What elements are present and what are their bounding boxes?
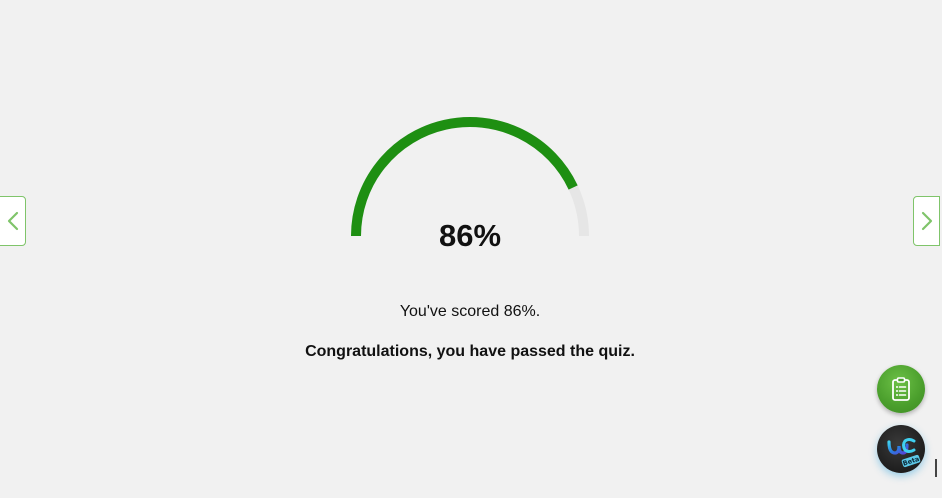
- page-edge: [942, 0, 949, 498]
- clipboard-list-icon: [892, 377, 910, 401]
- next-button[interactable]: [913, 196, 940, 246]
- assistant-logo-icon: Beta: [887, 438, 921, 468]
- text-cursor: [935, 459, 937, 477]
- beta-badge: Beta: [902, 455, 921, 468]
- clipboard-button[interactable]: [877, 365, 925, 413]
- score-percentage: 86%: [438, 218, 502, 253]
- previous-button[interactable]: [0, 196, 26, 246]
- chevron-right-icon: [921, 211, 932, 231]
- pass-message: Congratulations, you have passed the qui…: [305, 343, 635, 360]
- chevron-left-icon: [7, 211, 18, 231]
- quiz-results-page: 86% You've scored 86%. Congratulations, …: [0, 0, 949, 498]
- assistant-button[interactable]: Beta: [877, 425, 925, 473]
- score-message: You've scored 86%.: [399, 303, 541, 320]
